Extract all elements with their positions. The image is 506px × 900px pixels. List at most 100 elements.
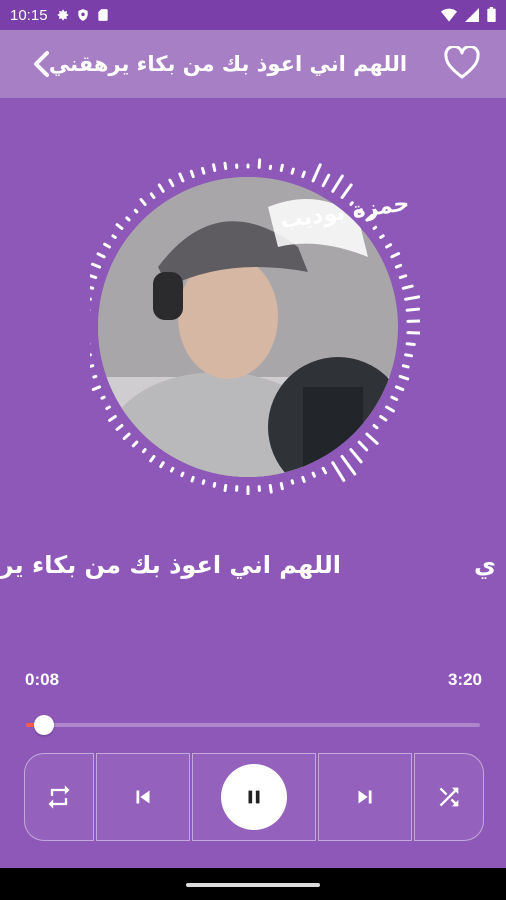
app-bar: اللهم اني اعوذ بك من بكاء يرهقني <box>0 30 506 98</box>
playback-controls <box>24 753 484 841</box>
visualizer-bar <box>141 448 147 454</box>
visualizer-bar <box>279 163 284 172</box>
visualizer-bar <box>200 166 206 175</box>
visualizer-bar <box>157 183 165 193</box>
visualizer-bar <box>404 353 413 358</box>
visualizer-bar <box>398 274 408 280</box>
visualizer-bar <box>390 395 399 402</box>
visualizer-bar <box>115 223 124 230</box>
visualizer-bar <box>180 471 185 478</box>
visualizer-bar <box>340 454 357 476</box>
album-art: حمزة بوديب <box>90 155 420 495</box>
visualizer-bar <box>149 454 156 463</box>
visualizer-bar <box>321 466 328 475</box>
visualizer-bar <box>223 483 228 492</box>
wifi-icon <box>441 8 457 22</box>
visualizer-bar <box>190 475 195 483</box>
current-time: 0:08 <box>25 670 60 689</box>
next-button[interactable] <box>318 753 412 841</box>
visualizer-bar <box>331 174 344 193</box>
seek-bar[interactable] <box>26 715 480 735</box>
visualizer-bar <box>169 466 175 473</box>
visualizer-bar <box>139 198 147 206</box>
visualizer-bar <box>340 183 353 200</box>
visualizer-bar <box>91 385 102 392</box>
play-pause-container <box>192 753 316 841</box>
visualizer-bar <box>257 158 262 169</box>
visualizer-bar <box>385 243 393 249</box>
visualizer-bar <box>115 424 124 431</box>
visualizer-bar <box>223 161 228 171</box>
visualizer-bar <box>168 178 175 188</box>
visualizer-bar <box>108 414 117 422</box>
visualizer-bar <box>357 440 369 452</box>
visualizer-bar <box>398 374 410 381</box>
skip-next-icon <box>358 790 372 804</box>
visualizer-bar <box>311 471 316 478</box>
settings-icon <box>57 9 68 21</box>
visualizer-bar <box>394 263 403 269</box>
pause-icon <box>248 790 260 804</box>
visualizer-bar <box>131 440 139 448</box>
visualizer-bar <box>133 208 139 214</box>
visualizer-bar <box>404 295 420 301</box>
shuffle-icon <box>439 787 459 807</box>
now-playing-title: اللهم اني اعوذ بك من بكاء يرهقن ي <box>0 540 506 590</box>
home-gesture-handle[interactable] <box>186 883 320 887</box>
visualizer-bar <box>301 170 306 179</box>
visualizer-bar <box>103 242 111 249</box>
visualizer-bar <box>212 163 217 172</box>
visualizer-bar <box>268 483 273 494</box>
visualizer-bar <box>290 167 295 175</box>
previous-button[interactable] <box>96 753 190 841</box>
app-bar-title: اللهم اني اعوذ بك من بكاء يرهقني <box>48 52 408 76</box>
visualizer-bar <box>290 479 295 485</box>
visualizer-bar <box>401 284 414 290</box>
visualizer-bar <box>100 395 106 400</box>
visualizer-bar <box>189 169 195 179</box>
shuffle-button[interactable] <box>414 753 484 841</box>
pause-button[interactable] <box>221 764 287 830</box>
visualizer-bar <box>321 173 331 188</box>
repeat-icon <box>48 785 70 809</box>
heart-outline-icon[interactable] <box>444 46 480 80</box>
seek-thumb[interactable] <box>34 715 55 735</box>
visualizer-bar <box>212 482 217 488</box>
visualizer-bar <box>90 364 95 368</box>
system-navigation-bar <box>0 868 506 900</box>
visualizer-bar <box>96 252 106 259</box>
visualizer-bar <box>349 448 363 464</box>
signal-icon <box>465 7 479 22</box>
visualizer-bar <box>365 432 379 445</box>
visualizer-bar <box>331 461 346 482</box>
visualizer-bar <box>401 364 410 369</box>
status-bar: 10:15 <box>0 0 506 30</box>
visualizer-bar <box>379 414 388 422</box>
visualizer-bar <box>149 192 156 200</box>
visualizer-bar <box>111 234 117 240</box>
seek-track <box>26 723 480 727</box>
visualizer-bar <box>90 274 98 280</box>
visualizer-bar <box>178 172 185 183</box>
visualizer-bar <box>279 482 284 491</box>
visualizer-bar <box>394 385 405 392</box>
visualizer-bar <box>385 405 395 413</box>
skip-previous-icon <box>136 790 150 804</box>
visualizer-bar <box>405 307 420 312</box>
total-time: 3:20 <box>447 670 482 689</box>
repeat-button[interactable] <box>24 753 94 841</box>
sd-card-icon <box>97 9 108 21</box>
visualizer-bar <box>372 225 378 230</box>
visualizer-bar <box>390 252 401 259</box>
visualizer-bar <box>90 262 102 269</box>
now-playing-title-wrap: ي <box>474 551 496 579</box>
visualizer-bar <box>201 479 206 485</box>
shield-icon <box>77 9 88 21</box>
visualizer-bar <box>92 374 98 379</box>
visualizer-bar <box>122 432 131 441</box>
visualizer-bar <box>372 424 379 430</box>
visualizer-bar <box>90 286 95 290</box>
visualizer-bar <box>311 163 322 183</box>
visualizer-bar <box>125 216 131 222</box>
status-time: 10:15 <box>10 6 48 24</box>
